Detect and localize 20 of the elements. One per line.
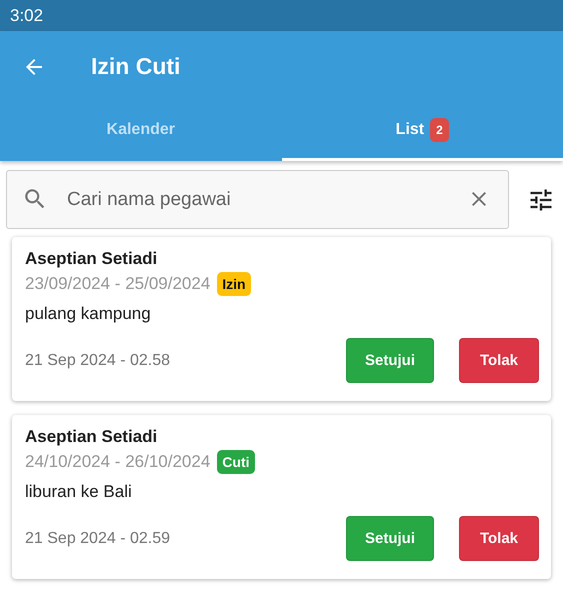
leave-reason: liburan ke Bali (25, 482, 133, 502)
date-range: 24/10/2024 - 26/10/2024 (25, 452, 210, 472)
tab[interactable]: Kalender (0, 102, 282, 161)
employee-name: Aseptian Setiadi (25, 427, 158, 447)
screen-title: Izin Cuti (91, 53, 180, 80)
tab[interactable]: List 2 (282, 102, 563, 161)
submitted-time: 21 Sep 2024 - 02.58 (25, 352, 170, 370)
count-badge: 2 (430, 118, 449, 142)
approve-button[interactable]: Setujui (346, 338, 434, 383)
leave-type-tag: Izin (217, 272, 251, 296)
reject-button[interactable]: Tolak (459, 338, 539, 383)
status-time: 3:02 (10, 6, 44, 26)
employee-name: Aseptian Setiadi (25, 249, 158, 269)
leave-type-tag: Cuti (217, 450, 254, 474)
leave-reason: pulang kampung (25, 304, 152, 324)
date-range: 23/09/2024 - 25/09/2024 (25, 274, 210, 294)
reject-button[interactable]: Tolak (459, 516, 539, 561)
search-field[interactable]: Cari nama pegawai (6, 170, 509, 229)
approve-button[interactable]: Setujui (346, 516, 434, 561)
submitted-time: 21 Sep 2024 - 02.59 (25, 530, 170, 548)
